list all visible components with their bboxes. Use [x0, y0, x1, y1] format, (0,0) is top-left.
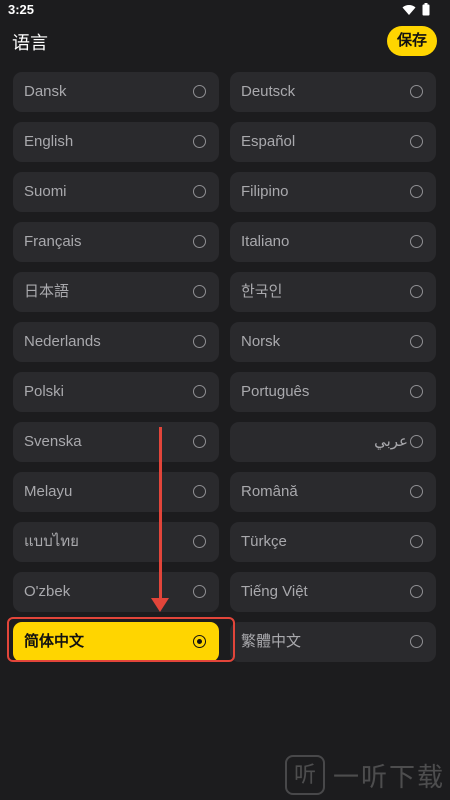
language-option[interactable]: Español: [230, 122, 436, 162]
language-option[interactable]: แบบไทย: [13, 522, 219, 562]
language-label: Svenska: [24, 433, 82, 450]
language-label: 日本語: [24, 283, 70, 300]
annotation-highlight-box: [7, 617, 235, 662]
status-icons: [402, 3, 430, 16]
radio-icon: [410, 585, 423, 598]
radio-icon: [193, 535, 206, 548]
radio-icon: [410, 85, 423, 98]
language-option[interactable]: 日本語: [13, 272, 219, 312]
radio-icon: [410, 535, 423, 548]
language-option[interactable]: O'zbek: [13, 572, 219, 612]
language-label: 繁體中文: [241, 633, 302, 650]
wifi-icon: [402, 4, 416, 15]
language-option[interactable]: 한국인: [230, 272, 436, 312]
radio-icon: [410, 285, 423, 298]
language-label: Melayu: [24, 483, 73, 500]
radio-icon: [193, 135, 206, 148]
language-label: Suomi: [24, 183, 67, 200]
radio-icon: [193, 235, 206, 248]
radio-icon: [193, 185, 206, 198]
radio-icon: [410, 635, 423, 648]
language-option[interactable]: Norsk: [230, 322, 436, 362]
language-label: Deutsck: [241, 83, 296, 100]
language-option[interactable]: Melayu: [13, 472, 219, 512]
radio-icon: [410, 385, 423, 398]
language-label: Dansk: [24, 83, 67, 100]
language-label: Türkçe: [241, 533, 287, 550]
language-label: Nederlands: [24, 333, 101, 350]
header: 语言 保存: [0, 22, 450, 62]
radio-icon: [193, 485, 206, 498]
language-grid: Dansk Deutsck English Español Suomi Fili…: [13, 72, 437, 662]
language-option[interactable]: Italiano: [230, 222, 436, 262]
language-option[interactable]: Tiếng Việt: [230, 572, 436, 612]
watermark: 听 一听下载: [285, 750, 450, 800]
language-label: عربي: [374, 433, 408, 450]
radio-icon: [410, 235, 423, 248]
radio-icon: [410, 335, 423, 348]
watermark-text: 一听下载: [333, 761, 446, 792]
language-label: Italiano: [241, 233, 290, 250]
language-option[interactable]: Suomi: [13, 172, 219, 212]
language-option[interactable]: 繁體中文: [230, 622, 436, 662]
language-option[interactable]: Filipino: [230, 172, 436, 212]
language-label: Français: [24, 233, 82, 250]
language-option[interactable]: Português: [230, 372, 436, 412]
language-option[interactable]: Türkçe: [230, 522, 436, 562]
status-bar: 3:25: [0, 0, 450, 20]
language-label: Português: [241, 383, 310, 400]
radio-icon: [410, 135, 423, 148]
language-label: O'zbek: [24, 583, 71, 600]
page-title: 语言: [12, 33, 48, 53]
language-option[interactable]: Dansk: [13, 72, 219, 112]
language-label: แบบไทย: [24, 533, 79, 550]
watermark-logo-icon: 听: [285, 755, 325, 795]
language-label: English: [24, 133, 74, 150]
radio-icon: [193, 85, 206, 98]
radio-icon: [193, 335, 206, 348]
annotation-arrow: [159, 427, 162, 602]
arrow-down-icon: [151, 598, 169, 612]
language-option[interactable]: Română: [230, 472, 436, 512]
language-option[interactable]: Français: [13, 222, 219, 262]
language-label: Română: [241, 483, 298, 500]
language-option[interactable]: Deutsck: [230, 72, 436, 112]
radio-icon: [410, 185, 423, 198]
language-label: Polski: [24, 383, 65, 400]
language-label: Norsk: [241, 333, 281, 350]
language-label: 한국인: [241, 283, 283, 300]
language-label: Tiếng Việt: [241, 583, 308, 600]
language-label: Filipino: [241, 183, 289, 200]
language-option[interactable]: عربي: [230, 422, 436, 462]
radio-icon: [193, 285, 206, 298]
battery-icon: [422, 3, 430, 16]
radio-icon: [193, 385, 206, 398]
radio-icon: [193, 435, 206, 448]
language-option[interactable]: English: [13, 122, 219, 162]
radio-icon: [410, 435, 423, 448]
status-time: 3:25: [8, 2, 35, 17]
language-option[interactable]: Nederlands: [13, 322, 219, 362]
radio-icon: [410, 485, 423, 498]
save-button[interactable]: 保存: [387, 26, 437, 56]
language-label: Español: [241, 133, 296, 150]
language-option[interactable]: Svenska: [13, 422, 219, 462]
radio-icon: [193, 585, 206, 598]
language-option[interactable]: Polski: [13, 372, 219, 412]
